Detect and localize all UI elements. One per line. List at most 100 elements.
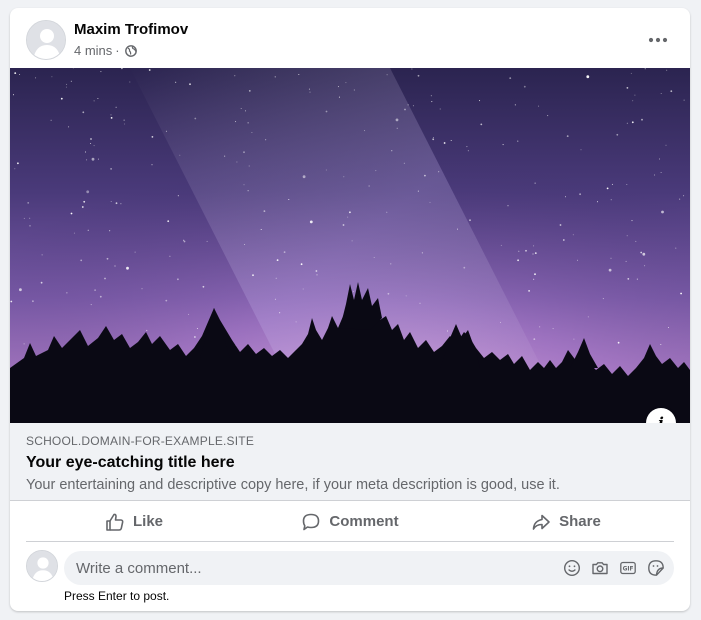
star (146, 329, 148, 331)
star (110, 117, 113, 119)
comment-input[interactable] (64, 559, 562, 577)
author-avatar[interactable] (26, 20, 66, 60)
star (325, 110, 328, 113)
star (68, 126, 70, 128)
commenter-avatar[interactable] (26, 550, 58, 582)
star (587, 316, 589, 318)
star (279, 312, 281, 314)
star (368, 185, 370, 187)
link-description: Your entertaining and descriptive copy h… (26, 477, 560, 493)
star (123, 119, 125, 121)
share-button[interactable]: Share (458, 502, 674, 541)
comment-button[interactable]: Comment (242, 502, 458, 541)
star (169, 255, 171, 257)
emoji-icon[interactable] (562, 558, 582, 578)
star (104, 277, 106, 280)
star (19, 288, 22, 292)
star (670, 90, 673, 93)
star (352, 291, 354, 293)
star (417, 74, 420, 77)
star (635, 240, 637, 242)
star (502, 144, 504, 146)
star (407, 104, 409, 106)
star (260, 229, 262, 230)
star (518, 250, 520, 252)
star (617, 341, 620, 344)
star (391, 150, 393, 152)
gif-icon[interactable]: GIF (618, 558, 638, 578)
star (188, 313, 190, 315)
globe-icon[interactable] (124, 44, 137, 57)
star (177, 278, 179, 281)
star (66, 83, 68, 85)
star (99, 295, 102, 298)
star (528, 290, 530, 292)
star (87, 229, 89, 231)
star (533, 245, 535, 247)
star (274, 76, 276, 78)
star (364, 130, 366, 132)
star (429, 201, 431, 203)
star (81, 206, 84, 208)
star (659, 158, 660, 160)
post-timestamp[interactable]: 4 mins (74, 43, 112, 58)
like-button[interactable]: Like (26, 502, 242, 541)
star (666, 69, 668, 71)
author-name[interactable]: Maxim Trofimov (74, 21, 188, 38)
star (202, 285, 205, 288)
star (288, 199, 290, 200)
star (110, 114, 112, 116)
star (610, 257, 612, 259)
star (29, 225, 31, 227)
star (90, 304, 92, 306)
star (417, 190, 419, 192)
comment-bubble-icon (303, 513, 320, 530)
star (183, 239, 185, 241)
star (447, 330, 448, 332)
star (439, 108, 441, 110)
link-preview[interactable]: SCHOOL.DOMAIN-FOR-EXAMPLE.SITE Your eye-… (10, 423, 690, 501)
star (315, 270, 318, 272)
sticker-icon[interactable] (646, 558, 666, 578)
star (19, 74, 21, 75)
star (73, 232, 75, 234)
star (115, 202, 118, 205)
star (251, 132, 253, 133)
star (23, 217, 25, 219)
star (539, 326, 541, 328)
press-enter-hint: Press Enter to post. (64, 589, 170, 603)
star (597, 201, 598, 203)
star (194, 117, 197, 120)
star (683, 99, 685, 101)
star (517, 140, 519, 142)
camera-icon[interactable] (590, 558, 610, 578)
star (606, 187, 609, 190)
star (97, 98, 99, 99)
star (235, 121, 237, 123)
comment-box: GIF (64, 551, 674, 585)
star (248, 165, 250, 167)
star (35, 77, 37, 79)
star (443, 142, 446, 144)
star (179, 154, 181, 156)
star (83, 200, 86, 203)
star (386, 211, 388, 213)
star (403, 162, 405, 164)
star (547, 115, 549, 117)
star (626, 235, 628, 237)
star (660, 93, 662, 94)
post-menu-button[interactable] (640, 22, 676, 58)
star (70, 80, 72, 82)
star (124, 123, 126, 125)
star (626, 184, 628, 185)
star (479, 100, 481, 102)
star (14, 72, 17, 74)
star (660, 344, 662, 345)
star (463, 266, 466, 269)
star (243, 151, 245, 154)
star (236, 161, 238, 163)
star (421, 252, 423, 254)
star (82, 111, 85, 114)
star (665, 144, 667, 146)
link-preview-image[interactable] (10, 68, 690, 423)
